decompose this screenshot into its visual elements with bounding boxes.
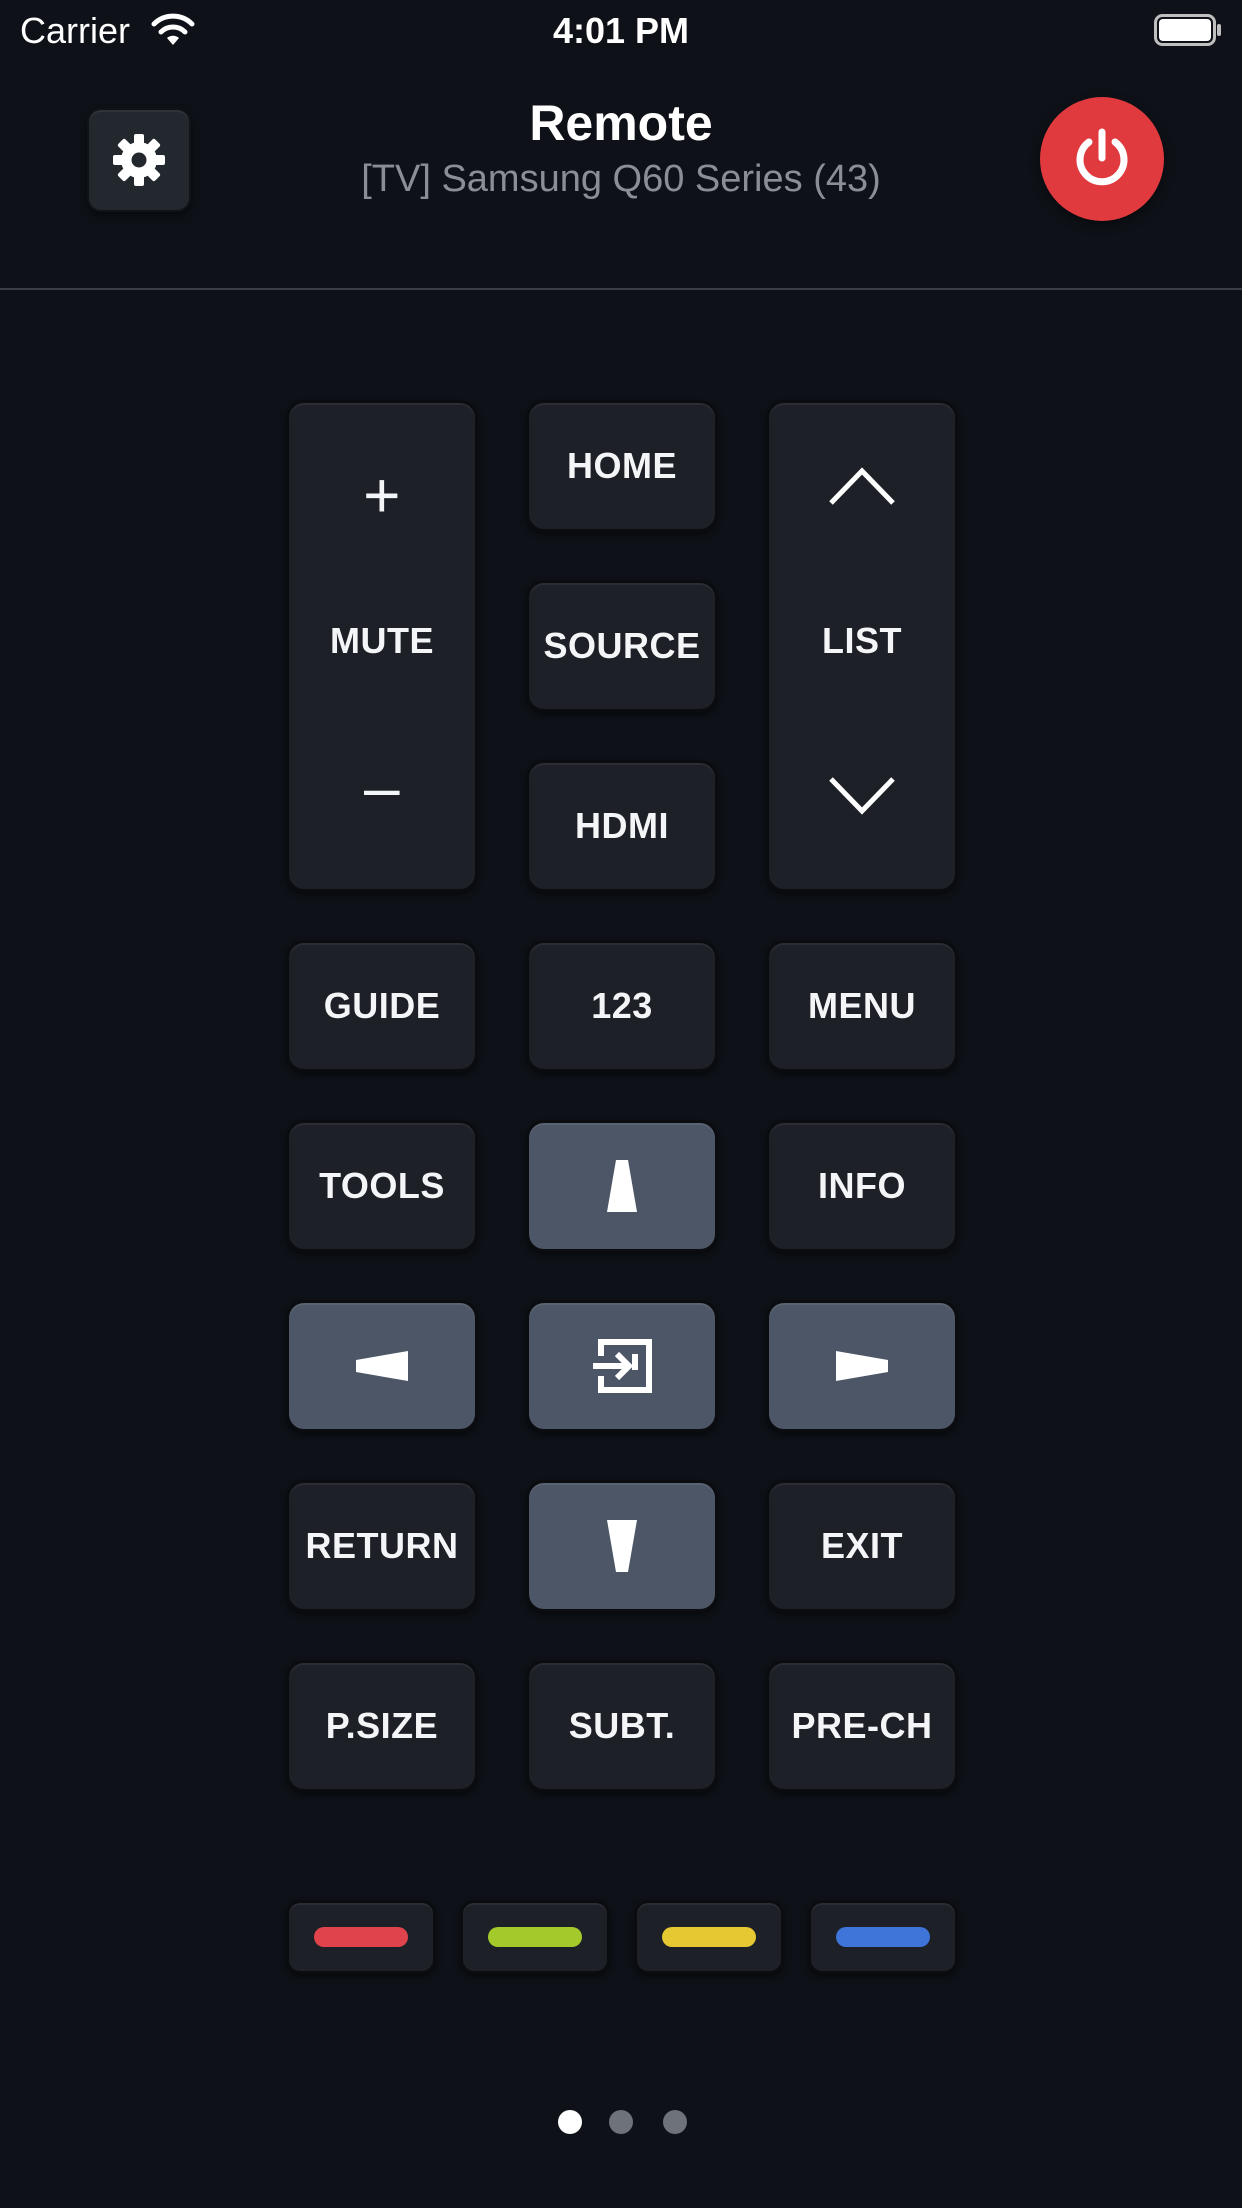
page-indicator[interactable]: [0, 2110, 1242, 2134]
red-key-bar: [314, 1927, 408, 1947]
header-divider: [0, 288, 1242, 290]
header: Remote [TV] Samsung Q60 Series (43): [0, 62, 1242, 288]
picture-size-button[interactable]: P.SIZE: [286, 1660, 478, 1792]
enter-icon: [593, 1339, 652, 1393]
blue-key-bar: [836, 1927, 930, 1947]
dpad-down-button[interactable]: [526, 1480, 718, 1612]
hdmi-button[interactable]: HDMI: [526, 760, 718, 892]
channel-list-button[interactable]: LIST: [822, 620, 902, 662]
battery-icon: [1154, 14, 1221, 46]
volume-up-button[interactable]: +: [363, 463, 401, 527]
guide-button[interactable]: GUIDE: [286, 940, 478, 1072]
volume-rocker: + MUTE –: [286, 400, 478, 892]
page-dot-1[interactable]: [558, 2110, 582, 2134]
status-bar: Carrier 4:01 PM: [0, 0, 1242, 62]
source-button[interactable]: SOURCE: [526, 580, 718, 712]
chevron-down-icon[interactable]: [827, 775, 897, 819]
channel-rocker: LIST: [766, 400, 958, 892]
dpad-up-button[interactable]: [526, 1120, 718, 1252]
return-button[interactable]: RETURN: [286, 1480, 478, 1612]
chevron-up-icon[interactable]: [827, 463, 897, 507]
yellow-key-button[interactable]: [634, 1900, 784, 1974]
arrow-up-icon: [607, 1160, 637, 1212]
exit-button[interactable]: EXIT: [766, 1480, 958, 1612]
dpad-ok-button[interactable]: [526, 1300, 718, 1432]
status-time: 4:01 PM: [552, 10, 690, 51]
arrow-left-icon: [356, 1351, 408, 1381]
home-button[interactable]: HOME: [526, 400, 718, 532]
numbers-button[interactable]: 123: [526, 940, 718, 1072]
power-button[interactable]: [1040, 97, 1164, 221]
page-dot-2[interactable]: [609, 2110, 633, 2134]
page-dot-3[interactable]: [663, 2110, 687, 2134]
mute-button[interactable]: MUTE: [330, 620, 434, 662]
arrow-right-icon: [836, 1351, 888, 1381]
volume-down-button[interactable]: –: [364, 755, 400, 819]
power-icon: [1076, 128, 1128, 186]
green-key-bar: [488, 1927, 582, 1947]
previous-channel-button[interactable]: PRE-CH: [766, 1660, 958, 1792]
yellow-key-bar: [662, 1927, 756, 1947]
arrow-down-icon: [607, 1520, 637, 1572]
tools-button[interactable]: TOOLS: [286, 1120, 478, 1252]
dpad-left-button[interactable]: [286, 1300, 478, 1432]
subtitle-button[interactable]: SUBT.: [526, 1660, 718, 1792]
dpad-right-button[interactable]: [766, 1300, 958, 1432]
blue-key-button[interactable]: [808, 1900, 958, 1974]
menu-button[interactable]: MENU: [766, 940, 958, 1072]
green-key-button[interactable]: [460, 1900, 610, 1974]
remote-screen: Carrier 4:01 PM Remote [TV] Samsung Q60 …: [0, 0, 1242, 2208]
info-button[interactable]: INFO: [766, 1120, 958, 1252]
red-key-button[interactable]: [286, 1900, 436, 1974]
